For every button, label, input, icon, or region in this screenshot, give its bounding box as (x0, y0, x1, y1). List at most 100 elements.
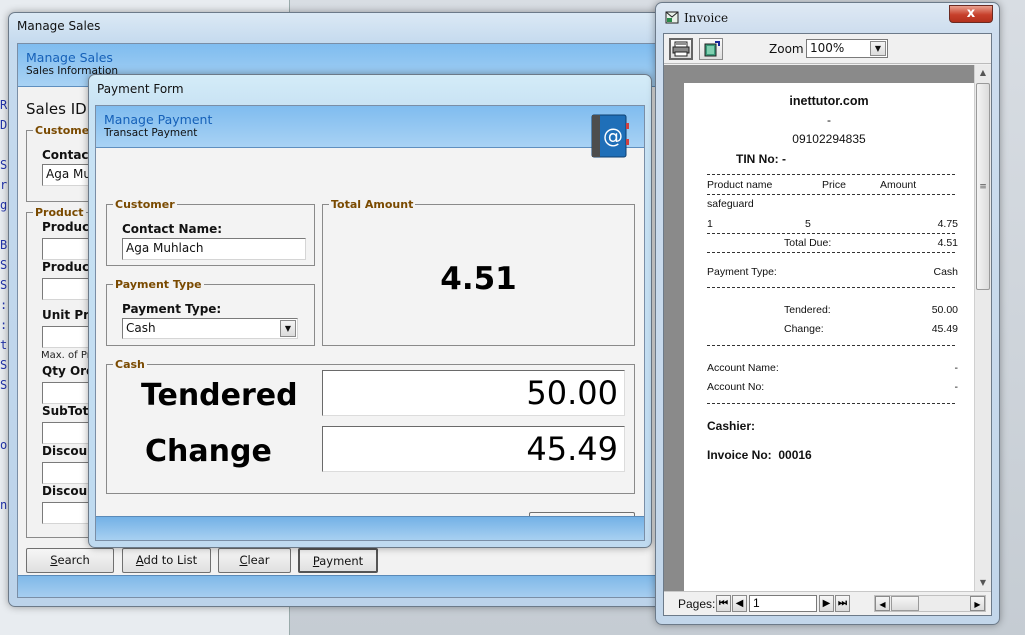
window-title: Invoice (684, 11, 729, 25)
scroll-left-icon[interactable]: ◀ (875, 596, 890, 611)
payment-header: Manage Payment Transact Payment (96, 106, 644, 148)
total-amount-value: 4.51 (440, 261, 517, 297)
group-legend: Payment Type (115, 278, 202, 291)
invoice-no-label: Invoice No: (707, 448, 772, 462)
total-due-label: Total Due: (784, 237, 832, 249)
prev-page-icon[interactable]: ◀ (732, 595, 747, 612)
total-due-value: 4.51 (937, 237, 958, 249)
chevron-down-icon[interactable]: ▼ (280, 320, 296, 337)
contact-name-input[interactable]: Aga Muhlach (122, 238, 306, 260)
invoice-no-value: 00016 (778, 448, 812, 462)
clear-button[interactable]: Clear (218, 548, 291, 573)
report-icon (665, 11, 679, 24)
payment-type-select[interactable]: Cash ▼ (122, 318, 298, 339)
close-button[interactable]: x (949, 5, 993, 23)
invoice-window: Invoice x Zoom 100% ▼ inettutor.com - 09… (655, 2, 1000, 625)
tendered-label: Tendered (141, 378, 298, 413)
scroll-right-icon[interactable]: ▶ (970, 596, 985, 611)
item-amount: 4.75 (937, 218, 958, 230)
search-product-button[interactable]: Search Product (26, 548, 114, 589)
payment-footer-band (96, 516, 644, 540)
company-address: - (827, 113, 831, 127)
divider (707, 403, 955, 404)
account-no-label: Account No: (707, 381, 765, 393)
invoice-client-area: Zoom 100% ▼ inettutor.com - 09102294835 … (663, 33, 992, 616)
payment-type-label: Payment Type: (707, 266, 777, 278)
item-qty: 1 (707, 218, 713, 230)
max-label: Max. of Pr (41, 350, 91, 361)
payment-header-title: Manage Payment (104, 112, 213, 127)
change-value: 45.49 (931, 323, 958, 335)
tin-number: TIN No: - (736, 152, 786, 166)
scroll-up-icon[interactable]: ▲ (975, 65, 991, 81)
pages-label: Pages: (678, 597, 716, 611)
col-amount: Amount (880, 179, 917, 191)
group-legend: Customer (115, 198, 175, 211)
receipt-page: inettutor.com - 09102294835 TIN No: - Pr… (684, 83, 974, 591)
add-to-list-button[interactable]: Add to List (122, 548, 211, 573)
divider (707, 287, 955, 288)
payment-header-subtitle: Transact Payment (104, 127, 198, 139)
scroll-thumb[interactable] (891, 596, 919, 611)
chevron-down-icon[interactable]: ▼ (870, 41, 886, 56)
col-price: Price (822, 179, 846, 191)
payment-client-area: Manage Payment Transact Payment @ Custom… (95, 105, 645, 541)
selected-value: 100% (810, 41, 845, 55)
divider (707, 174, 955, 175)
contact-label: Contact (42, 148, 95, 162)
mnemonic: S (50, 553, 58, 567)
col-product-name: Product name (707, 179, 773, 191)
sales-id-label: Sales ID: (26, 100, 92, 118)
account-name-value: - (954, 362, 959, 374)
next-page-icon[interactable]: ▶ (819, 595, 834, 612)
payment-form-window: Payment Form Manage Payment Transact Pay… (88, 74, 652, 548)
print-button[interactable] (669, 38, 693, 60)
window-title: Payment Form (97, 82, 184, 96)
last-page-icon[interactable]: ⏭ (835, 595, 850, 612)
item-name: safeguard (707, 198, 754, 210)
change-output: 45.49 (322, 426, 625, 472)
payment-type-value: Cash (933, 266, 958, 278)
export-icon (704, 41, 720, 57)
total-amount-group: Total Amount 4.51 (322, 198, 635, 346)
tendered-label: Tendered: (784, 304, 831, 316)
zoom-label: Zoom (769, 42, 804, 56)
product-code-label: Product (42, 220, 95, 234)
change-label: Change (145, 434, 272, 469)
company-phone: 09102294835 (792, 132, 866, 146)
page-navigation-bar: Pages: ⏮ ◀ 1 ▶ ⏭ ◀ ▶ (664, 591, 991, 615)
divider (707, 194, 955, 195)
group-legend: Product (35, 206, 84, 219)
button-label: dd to List (143, 553, 198, 567)
page-number-input[interactable]: 1 (749, 595, 817, 612)
horizontal-scrollbar[interactable]: ◀ ▶ (874, 595, 986, 612)
address-book-icon: @ (591, 114, 629, 158)
payment-type-label: Payment Type: (122, 302, 222, 316)
window-title: Manage Sales (17, 19, 101, 33)
item-price: 5 (805, 218, 811, 230)
company-name: inettutor.com (789, 94, 869, 108)
first-page-icon[interactable]: ⏮ (716, 595, 731, 612)
invoice-toolbar: Zoom 100% ▼ (664, 34, 991, 64)
tendered-value: 50.00 (931, 304, 958, 316)
account-name-label: Account Name: (707, 362, 779, 374)
contact-name-label: Contact Name: (122, 222, 223, 236)
divider (707, 345, 955, 346)
divider (707, 252, 955, 253)
group-legend: Total Amount (331, 198, 414, 211)
payment-button[interactable]: Payment (298, 548, 378, 573)
zoom-select[interactable]: 100% ▼ (806, 39, 888, 58)
button-label: ayment (319, 554, 364, 568)
scroll-down-icon[interactable]: ▼ (975, 575, 991, 591)
mnemonic: A (135, 553, 144, 567)
invoice-number: Invoice No: 00016 (707, 448, 812, 462)
tendered-input[interactable]: 50.00 (322, 370, 625, 416)
vertical-scrollbar[interactable]: ▲ ≡ ▼ (974, 65, 991, 591)
group-legend: Cash (115, 358, 145, 371)
report-viewport: inettutor.com - 09102294835 TIN No: - Pr… (664, 65, 974, 591)
export-button[interactable] (699, 38, 723, 60)
scroll-thumb[interactable]: ≡ (976, 83, 990, 290)
product-name-label: Product (42, 260, 95, 274)
sales-header-title: Manage Sales (26, 50, 113, 65)
qty-order-label: Qty Ord (42, 364, 95, 378)
